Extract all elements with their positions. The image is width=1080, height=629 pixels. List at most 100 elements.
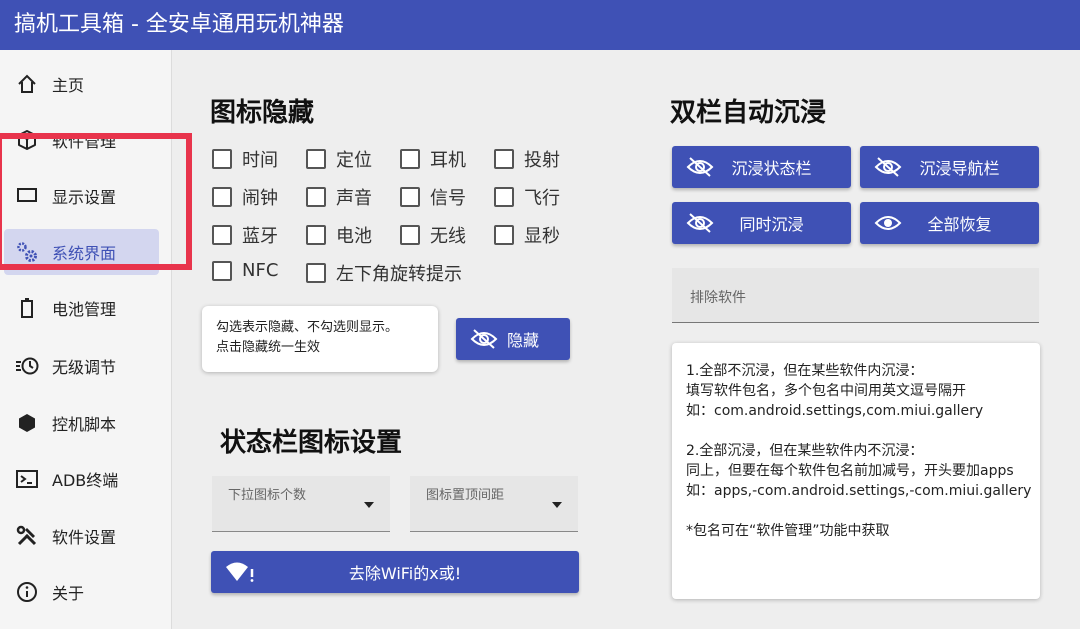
eye-icon bbox=[874, 213, 902, 233]
app-title: 搞机工具箱 - 全安卓通用玩机神器 bbox=[0, 0, 1080, 50]
sidebar-item-label: 显示设置 bbox=[52, 188, 117, 207]
checkbox-box[interactable] bbox=[306, 225, 326, 245]
hide-button[interactable]: 隐藏 bbox=[456, 318, 570, 360]
checkbox-airplane[interactable]: 飞行 bbox=[494, 184, 560, 210]
pulldown-count-select[interactable]: 下拉图标个数 bbox=[212, 476, 390, 532]
checkbox-label: 电池 bbox=[336, 226, 372, 247]
restore-all-button[interactable]: 全部恢复 bbox=[860, 202, 1039, 244]
checkbox-label: 左下角旋转提示 bbox=[336, 264, 462, 285]
checkbox-label: 定位 bbox=[336, 150, 372, 171]
hexagon-icon bbox=[14, 410, 40, 436]
checkbox-label: 显秒 bbox=[524, 226, 560, 247]
main-content: 图标隐藏 时间 定位 耳机 投射 闹钟 声音 信号 飞行 蓝牙 电池 无线 显秒… bbox=[172, 50, 1080, 629]
checkbox-location[interactable]: 定位 bbox=[306, 146, 372, 172]
clock-icon bbox=[14, 353, 40, 379]
sidebar-item-adb-terminal[interactable]: ADB终端 bbox=[4, 456, 159, 502]
sidebar-item-label: 电池管理 bbox=[52, 300, 117, 319]
sidebar-item-stepless-adjust[interactable]: 无级调节 bbox=[4, 343, 159, 389]
checkbox-box[interactable] bbox=[212, 260, 232, 281]
sidebar-item-home[interactable]: 主页 bbox=[4, 61, 159, 107]
checkbox-box[interactable] bbox=[494, 187, 514, 207]
hint-text-line: 勾选表示隐藏、不勾选则显示。 bbox=[216, 320, 399, 335]
top-spacing-select[interactable]: 图标置顶间距 bbox=[410, 476, 578, 532]
checkbox-headset[interactable]: 耳机 bbox=[400, 146, 466, 172]
checkbox-label: 时间 bbox=[242, 150, 278, 171]
sidebar-item-label: 系统界面 bbox=[52, 244, 117, 263]
sidebar-item-label: 关于 bbox=[52, 584, 85, 603]
battery-icon bbox=[14, 295, 40, 321]
checkbox-label: 飞行 bbox=[524, 188, 560, 209]
sidebar-item-software-manage[interactable]: 软件管理 bbox=[4, 117, 159, 163]
checkbox-label: 投射 bbox=[524, 150, 560, 171]
checkbox-bluetooth[interactable]: 蓝牙 bbox=[212, 222, 278, 248]
checkbox-label: 耳机 bbox=[430, 150, 466, 171]
immersive-navbar-button[interactable]: 沉浸导航栏 bbox=[860, 146, 1039, 188]
checkbox-label: 蓝牙 bbox=[242, 226, 278, 247]
sidebar-item-battery-manage[interactable]: 电池管理 bbox=[4, 285, 159, 331]
checkbox-box[interactable] bbox=[494, 149, 514, 169]
note-line bbox=[686, 501, 1026, 521]
icon-hide-title: 图标隐藏 bbox=[210, 98, 315, 128]
exclude-apps-input[interactable]: 排除软件 bbox=[672, 268, 1039, 323]
eye-off-icon bbox=[874, 157, 902, 177]
cube-icon bbox=[14, 127, 40, 153]
note-line bbox=[686, 421, 1026, 441]
sidebar-item-label: 软件管理 bbox=[52, 132, 117, 151]
remove-wifi-mark-button[interactable]: 去除WiFi的x或! bbox=[211, 551, 579, 593]
info-icon bbox=[14, 579, 40, 605]
checkbox-box[interactable] bbox=[212, 149, 232, 169]
checkbox-cast[interactable]: 投射 bbox=[494, 146, 560, 172]
sidebar-item-control-script[interactable]: 控机脚本 bbox=[4, 400, 159, 446]
display-icon bbox=[14, 183, 40, 209]
checkbox-sound[interactable]: 声音 bbox=[306, 184, 372, 210]
terminal-icon bbox=[14, 466, 40, 492]
checkbox-alarm[interactable]: 闹钟 bbox=[212, 184, 278, 210]
checkbox-box[interactable] bbox=[306, 263, 326, 283]
checkbox-signal[interactable]: 信号 bbox=[400, 184, 466, 210]
checkbox-time[interactable]: 时间 bbox=[212, 146, 278, 172]
checkbox-label: NFC bbox=[242, 260, 279, 281]
select-placeholder: 图标置顶间距 bbox=[426, 488, 505, 503]
immersive-title: 双栏自动沉浸 bbox=[670, 98, 827, 128]
input-placeholder: 排除软件 bbox=[690, 290, 746, 306]
dropdown-arrow-icon bbox=[552, 502, 562, 508]
sidebar-item-label: 控机脚本 bbox=[52, 415, 117, 434]
checkbox-box[interactable] bbox=[212, 187, 232, 207]
checkbox-show-seconds[interactable]: 显秒 bbox=[494, 222, 560, 248]
sidebar-item-label: 无级调节 bbox=[52, 358, 117, 377]
sidebar-item-app-settings[interactable]: 软件设置 bbox=[4, 513, 159, 559]
note-line: *包名可在“软件管理”功能中获取 bbox=[686, 523, 890, 539]
checkbox-wireless[interactable]: 无线 bbox=[400, 222, 466, 248]
hint-text-line: 点击隐藏统一生效 bbox=[216, 340, 321, 355]
note-line: 如：com.android.settings,com.miui.gallery bbox=[686, 403, 984, 419]
sidebar-item-system-ui[interactable]: 系统界面 bbox=[4, 229, 159, 275]
sidebar-item-label: ADB终端 bbox=[52, 471, 119, 490]
sidebar-item-display-settings[interactable]: 显示设置 bbox=[4, 173, 159, 219]
checkbox-box[interactable] bbox=[400, 187, 420, 207]
note-line: 填写软件包名，多个包名中间用英文逗号隔开 bbox=[686, 383, 966, 399]
checkbox-box[interactable] bbox=[306, 149, 326, 169]
checkbox-box[interactable] bbox=[400, 225, 420, 245]
checkbox-nfc[interactable]: NFC bbox=[212, 260, 278, 281]
sidebar: 主页 软件管理 显示设置 系统界面 电池管理 无级调节 控机脚本 ADB终端 软… bbox=[0, 50, 172, 629]
note-line: 同上，但要在每个软件包名前加减号，开头要加apps bbox=[686, 463, 1014, 479]
sidebar-item-label: 软件设置 bbox=[52, 528, 117, 547]
eye-off-icon bbox=[686, 213, 714, 233]
checkbox-label: 闹钟 bbox=[242, 188, 278, 209]
tools-icon bbox=[14, 523, 40, 549]
checkbox-box[interactable] bbox=[494, 225, 514, 245]
eye-off-icon bbox=[470, 329, 498, 349]
checkbox-label: 无线 bbox=[430, 226, 466, 247]
immersive-statusbar-button[interactable]: 沉浸状态栏 bbox=[672, 146, 851, 188]
sidebar-item-about[interactable]: 关于 bbox=[4, 569, 159, 615]
checkbox-box[interactable] bbox=[306, 187, 326, 207]
statusbar-settings-title: 状态栏图标设置 bbox=[220, 428, 403, 458]
checkbox-box[interactable] bbox=[400, 149, 420, 169]
checkbox-rotate-hint[interactable]: 左下角旋转提示 bbox=[306, 260, 462, 286]
checkbox-battery[interactable]: 电池 bbox=[306, 222, 372, 248]
immersive-both-button[interactable]: 同时沉浸 bbox=[672, 202, 851, 244]
immersive-notes-card: 1.全部不沉浸，但在某些软件内沉浸： 填写软件包名，多个包名中间用英文逗号隔开 … bbox=[672, 343, 1040, 599]
checkbox-box[interactable] bbox=[212, 225, 232, 245]
eye-off-icon bbox=[686, 157, 714, 177]
note-line: 2.全部沉浸，但在某些软件内不沉浸： bbox=[686, 443, 924, 459]
